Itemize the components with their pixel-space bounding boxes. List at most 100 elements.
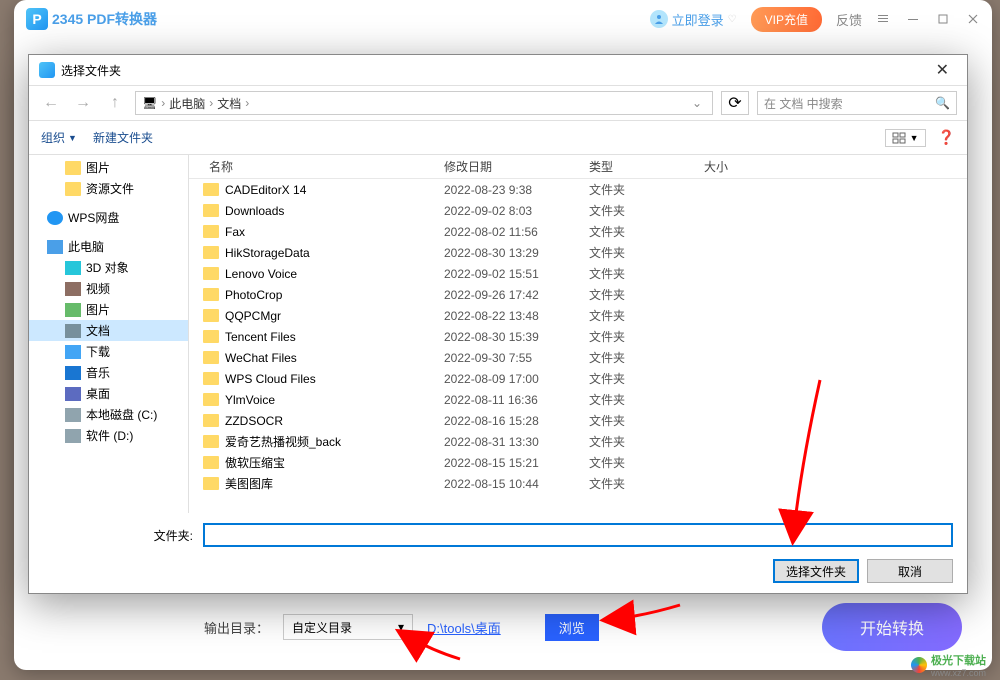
start-convert-button[interactable]: 开始转换	[822, 603, 962, 651]
tree-label: 软件 (D:)	[86, 427, 133, 444]
output-dir-value: 自定义目录	[292, 619, 352, 636]
organize-menu[interactable]: 组织▼	[41, 129, 77, 146]
maximize-button[interactable]	[936, 12, 950, 26]
col-size[interactable]: 大小	[704, 158, 967, 175]
feedback-button[interactable]: 反馈	[836, 10, 862, 29]
tree-item[interactable]: 视频	[29, 278, 188, 299]
folder-field-label: 文件夹:	[43, 527, 193, 544]
file-name: Lenovo Voice	[225, 267, 444, 281]
file-row[interactable]: PhotoCrop2022-09-26 17:42文件夹	[189, 284, 967, 305]
tree-item[interactable]: 3D 对象	[29, 257, 188, 278]
folder-icon	[203, 435, 219, 448]
file-row[interactable]: HikStorageData2022-08-30 13:29文件夹	[189, 242, 967, 263]
tree-item[interactable]: 下载	[29, 341, 188, 362]
file-name: CADEditorX 14	[225, 183, 444, 197]
file-name: PhotoCrop	[225, 288, 444, 302]
file-row[interactable]: Tencent Files2022-08-30 15:39文件夹	[189, 326, 967, 347]
col-date[interactable]: 修改日期	[444, 158, 589, 175]
col-type[interactable]: 类型	[589, 158, 704, 175]
vip-button[interactable]: VIP充值	[751, 7, 822, 32]
app-logo: P 2345 PDF转换器	[26, 8, 157, 30]
file-name: 傲软压缩宝	[225, 454, 444, 471]
file-row[interactable]: CADEditorX 142022-08-23 9:38文件夹	[189, 179, 967, 200]
minimize-button[interactable]	[906, 12, 920, 26]
settings-icon[interactable]	[876, 12, 890, 26]
tree-item[interactable]: 音乐	[29, 362, 188, 383]
logo-icon: P	[26, 8, 48, 30]
tree-label: 文档	[86, 322, 110, 339]
select-folder-button[interactable]: 选择文件夹	[773, 559, 859, 583]
tree-item[interactable]: 资源文件	[29, 178, 188, 199]
dialog-icon	[39, 62, 55, 78]
watermark-name: 极光下载站	[931, 652, 986, 668]
folder-icon	[203, 183, 219, 196]
file-date: 2022-08-02 11:56	[444, 225, 589, 239]
file-type: 文件夹	[589, 370, 704, 387]
tree-item[interactable]: 软件 (D:)	[29, 425, 188, 446]
file-name: Fax	[225, 225, 444, 239]
tree-item[interactable]: 图片	[29, 157, 188, 178]
tree-item[interactable]: WPS网盘	[29, 207, 188, 228]
tree-item[interactable]: 此电脑	[29, 236, 188, 257]
file-row[interactable]: Downloads2022-09-02 8:03文件夹	[189, 200, 967, 221]
folder-icon	[65, 161, 81, 175]
file-row[interactable]: 傲软压缩宝2022-08-15 15:21文件夹	[189, 452, 967, 473]
file-row[interactable]: QQPCMgr2022-08-22 13:48文件夹	[189, 305, 967, 326]
watermark-logo-icon	[911, 657, 927, 673]
folder-icon	[65, 324, 81, 338]
folder-icon	[203, 246, 219, 259]
folder-icon	[203, 225, 219, 238]
file-type: 文件夹	[589, 307, 704, 324]
address-dropdown[interactable]: ⌄	[688, 96, 706, 110]
output-dir-select[interactable]: 自定义目录 ▾	[283, 614, 413, 640]
tree-item[interactable]: 桌面	[29, 383, 188, 404]
folder-name-input[interactable]	[203, 523, 953, 547]
login-label: 立即登录	[672, 10, 724, 29]
file-type: 文件夹	[589, 475, 704, 492]
folder-tree[interactable]: 图片资源文件WPS网盘此电脑3D 对象视频图片文档下载音乐桌面本地磁盘 (C:)…	[29, 155, 189, 513]
file-row[interactable]: 爱奇艺热播视频_back2022-08-31 13:30文件夹	[189, 431, 967, 452]
tree-item[interactable]: 文档	[29, 320, 188, 341]
file-date: 2022-08-15 10:44	[444, 477, 589, 491]
file-row[interactable]: WeChat Files2022-09-30 7:55文件夹	[189, 347, 967, 368]
file-name: WeChat Files	[225, 351, 444, 365]
file-name: Downloads	[225, 204, 444, 218]
new-folder-button[interactable]: 新建文件夹	[93, 129, 153, 146]
cancel-button[interactable]: 取消	[867, 559, 953, 583]
file-row[interactable]: WPS Cloud Files2022-08-09 17:00文件夹	[189, 368, 967, 389]
col-name[interactable]: 名称	[189, 158, 444, 175]
nav-forward-button[interactable]: →	[71, 91, 95, 115]
file-date: 2022-08-16 15:28	[444, 414, 589, 428]
file-name: YlmVoice	[225, 393, 444, 407]
login-button[interactable]: 立即登录 ♡	[650, 10, 737, 29]
nav-up-button[interactable]: ↑	[103, 91, 127, 115]
tree-label: 资源文件	[86, 180, 134, 197]
dialog-body: 图片资源文件WPS网盘此电脑3D 对象视频图片文档下载音乐桌面本地磁盘 (C:)…	[29, 155, 967, 513]
file-row[interactable]: Fax2022-08-02 11:56文件夹	[189, 221, 967, 242]
breadcrumb-pc[interactable]: 此电脑	[169, 95, 205, 112]
chevron-icon: ›	[161, 96, 165, 110]
tree-item[interactable]: 图片	[29, 299, 188, 320]
search-input[interactable]: 在 文档 中搜索 🔍	[757, 91, 957, 115]
close-button[interactable]	[966, 12, 980, 26]
browse-button[interactable]: 浏览	[545, 614, 599, 641]
tree-label: 图片	[86, 301, 110, 318]
nav-back-button[interactable]: ←	[39, 91, 63, 115]
dialog-close-button[interactable]: ✕	[928, 60, 957, 80]
file-date: 2022-09-02 8:03	[444, 204, 589, 218]
help-button[interactable]: ❓	[938, 129, 955, 146]
output-path-link[interactable]: D:\tools\桌面	[427, 618, 501, 637]
view-mode-button[interactable]: ▼	[885, 129, 926, 147]
file-pane: 名称 修改日期 类型 大小 CADEditorX 142022-08-23 9:…	[189, 155, 967, 513]
file-date: 2022-08-30 15:39	[444, 330, 589, 344]
dialog-footer: 文件夹: 选择文件夹 取消	[29, 513, 967, 593]
file-list[interactable]: CADEditorX 142022-08-23 9:38文件夹Downloads…	[189, 179, 967, 513]
address-bar[interactable]: 🖥 › 此电脑 › 文档 › ⌄	[135, 91, 713, 115]
refresh-button[interactable]: ⟳	[721, 91, 749, 115]
file-row[interactable]: Lenovo Voice2022-09-02 15:51文件夹	[189, 263, 967, 284]
breadcrumb-docs[interactable]: 文档	[217, 95, 241, 112]
file-row[interactable]: YlmVoice2022-08-11 16:36文件夹	[189, 389, 967, 410]
file-row[interactable]: 美图图库2022-08-15 10:44文件夹	[189, 473, 967, 494]
file-row[interactable]: ZZDSOCR2022-08-16 15:28文件夹	[189, 410, 967, 431]
tree-item[interactable]: 本地磁盘 (C:)	[29, 404, 188, 425]
